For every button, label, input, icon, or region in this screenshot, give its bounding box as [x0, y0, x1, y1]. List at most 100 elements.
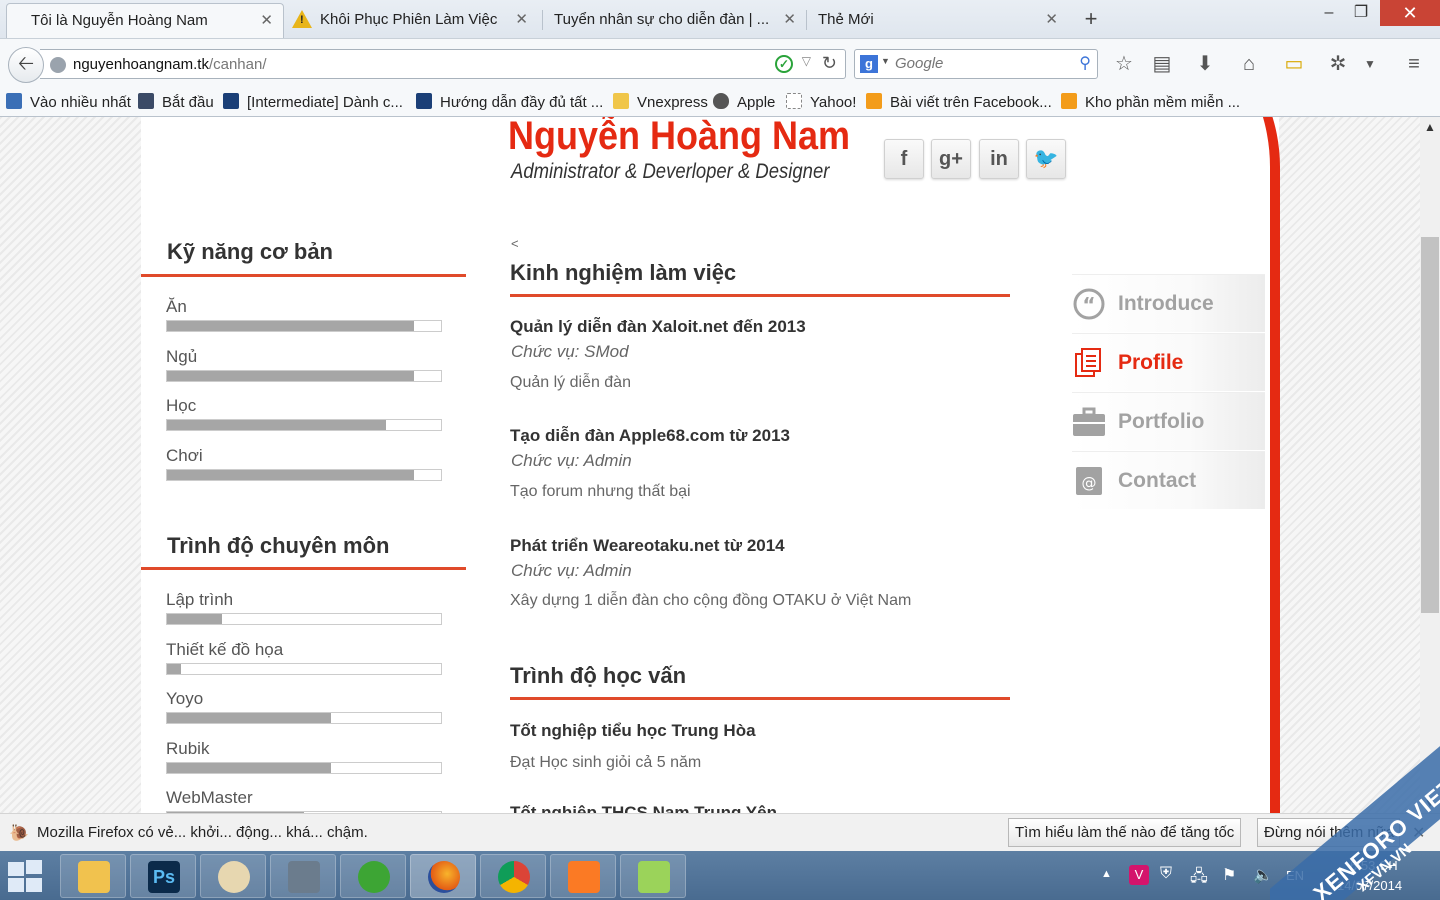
- clock-time[interactable]: 6:53 CH: [1350, 858, 1398, 873]
- skill-bar: [166, 469, 442, 481]
- heading-underline: [510, 697, 1010, 700]
- download-icon[interactable]: ⬇: [1192, 51, 1218, 77]
- home-icon[interactable]: ⌂: [1236, 51, 1262, 77]
- experience-heading: Kinh nghiệm làm việc: [510, 260, 737, 285]
- v-icon: [416, 93, 432, 109]
- experience-role: Chức vụ: Admin: [511, 561, 632, 580]
- bookmark-apple[interactable]: Apple: [713, 93, 775, 111]
- taskbar-firefox[interactable]: [410, 854, 476, 898]
- minimize-button[interactable]: –: [1314, 0, 1344, 26]
- menu-introduce[interactable]: “ Introduce: [1072, 274, 1265, 332]
- menu-icon[interactable]: ≡: [1401, 51, 1427, 77]
- window-close-button[interactable]: ✕: [1380, 0, 1440, 26]
- menu-contact[interactable]: @ Contact: [1072, 451, 1265, 509]
- site-title: Nguyễn Hoàng Nam: [508, 117, 851, 158]
- close-icon[interactable]: ✕: [1412, 823, 1425, 843]
- skill-label: Học: [166, 396, 197, 415]
- skill-bar: [166, 762, 442, 774]
- shield-icon[interactable]: ⛨: [1160, 865, 1172, 883]
- reading-list-icon[interactable]: ▤: [1149, 51, 1175, 77]
- language-indicator[interactable]: EN: [1286, 868, 1304, 883]
- clock-date[interactable]: 14/07/2014: [1337, 878, 1402, 893]
- bookmark-yahoo[interactable]: Yahoo!: [786, 93, 856, 111]
- google-icon[interactable]: g: [860, 55, 878, 73]
- snail-icon: 🐌: [9, 825, 29, 842]
- facebook-button[interactable]: f: [884, 139, 924, 179]
- dismiss-button[interactable]: Đừng nói thêm nữa: [1257, 818, 1400, 847]
- page-icon: [786, 93, 802, 109]
- volume-icon[interactable]: 🔈: [1253, 865, 1273, 885]
- tab-divider: [806, 10, 807, 30]
- folder-icon: [613, 93, 629, 109]
- experience-role: Chức vụ: Admin: [511, 451, 632, 470]
- taskbar-chrome[interactable]: [480, 854, 546, 898]
- network-tray-icon[interactable]: 🖧: [1190, 865, 1208, 892]
- experience-role: Chức vụ: SMod: [511, 342, 629, 361]
- skill-fill: [167, 713, 332, 723]
- google-plus-button[interactable]: g+: [931, 139, 971, 179]
- action-center-icon[interactable]: ⚑: [1222, 865, 1236, 885]
- bug-icon[interactable]: ✲: [1325, 51, 1351, 77]
- tab-recruit[interactable]: Tuyển nhân sự cho diễn đàn | ... ✕: [544, 3, 806, 38]
- taskbar-explorer[interactable]: [60, 854, 126, 898]
- close-icon[interactable]: ✕: [1045, 3, 1058, 36]
- bookmark-start[interactable]: Bắt đầu: [138, 93, 214, 111]
- vivaldi-tray-icon[interactable]: V: [1129, 865, 1149, 885]
- maximize-button[interactable]: ❐: [1346, 0, 1376, 26]
- star-icon[interactable]: ☆: [1111, 51, 1137, 77]
- menu-profile[interactable]: Profile: [1072, 333, 1265, 391]
- bookmark-software[interactable]: Kho phần mềm miễn ...: [1061, 93, 1240, 111]
- linkedin-button[interactable]: in: [979, 139, 1019, 179]
- skill-fill: [167, 321, 414, 331]
- tray-expand-icon[interactable]: ▲: [1101, 868, 1112, 880]
- start-button[interactable]: [8, 860, 44, 892]
- magnifier-icon[interactable]: ⚲: [1079, 53, 1091, 73]
- taskbar-xampp[interactable]: [550, 854, 616, 898]
- tab-profile[interactable]: Tôi là Nguyễn Hoàng Nam ✕: [6, 3, 284, 38]
- tab-new[interactable]: Thẻ Mới ✕: [808, 3, 1068, 38]
- addon-icon[interactable]: ▭: [1281, 51, 1307, 77]
- education-title: Tốt nghiệp THCS Nam Trung Yên: [510, 803, 777, 813]
- taskbar-photoshop[interactable]: Ps: [130, 854, 196, 898]
- tab-divider: [542, 10, 543, 30]
- v-icon: [223, 93, 239, 109]
- search-bar[interactable]: g ▼ ⚲: [854, 49, 1098, 79]
- search-input[interactable]: [895, 55, 1065, 72]
- back-button[interactable]: 🡠: [8, 47, 44, 83]
- close-icon[interactable]: ✕: [260, 4, 273, 37]
- scroll-down-arrow-icon[interactable]: ▼: [1420, 793, 1440, 813]
- skill-fill: [167, 420, 387, 430]
- taskbar-coccoc[interactable]: [340, 854, 406, 898]
- experience-desc: Tạo forum nhưng thất bại: [510, 483, 691, 500]
- bookmark-most-visited[interactable]: Vào nhiều nhất: [6, 93, 131, 111]
- tab-restore-session[interactable]: ! Khôi Phục Phiên Làm Việc ✕: [288, 3, 538, 38]
- dropdown-arrow-icon[interactable]: ▽: [802, 54, 811, 68]
- url-text[interactable]: nguyenhoangnam.tk/canhan/: [73, 56, 266, 73]
- close-icon[interactable]: ✕: [515, 3, 528, 36]
- twitter-icon: 🐦: [1033, 148, 1059, 170]
- menu-portfolio[interactable]: Portfolio: [1072, 392, 1265, 450]
- apple-icon: [713, 93, 729, 109]
- bookmark-guide[interactable]: Hướng dẫn đầy đủ tất ...: [416, 93, 603, 111]
- back-link[interactable]: <: [511, 236, 519, 251]
- close-icon[interactable]: ✕: [783, 3, 796, 36]
- bookmark-facebook[interactable]: Bài viết trên Facebook...: [866, 93, 1052, 111]
- bookmark-intermediate[interactable]: [Intermediate] Dành c...: [223, 93, 403, 111]
- bookmark-vnexpress[interactable]: Vnexpress: [613, 93, 708, 111]
- menu-label: Profile: [1118, 351, 1184, 374]
- learn-speedup-button[interactable]: Tìm hiểu làm thế nào để tăng tốc: [1008, 818, 1241, 847]
- chevron-down-icon[interactable]: ▼: [881, 56, 890, 66]
- taskbar-notepad-plus[interactable]: [620, 854, 686, 898]
- reload-icon[interactable]: ↻: [822, 53, 837, 74]
- page-scrollbar[interactable]: ▲ ▼: [1420, 117, 1440, 813]
- heading-underline: [141, 274, 466, 277]
- new-tab-button[interactable]: +: [1080, 4, 1102, 34]
- taskbar-network-tool[interactable]: [270, 854, 336, 898]
- chevron-down-icon[interactable]: ▼: [1357, 51, 1383, 77]
- scroll-thumb[interactable]: [1421, 237, 1439, 613]
- scroll-up-arrow-icon[interactable]: ▲: [1420, 117, 1440, 137]
- twitter-button[interactable]: 🐦: [1026, 139, 1066, 179]
- experience-title: Phát triển Weareotaku.net từ 2014: [510, 536, 785, 555]
- taskbar-paint[interactable]: [200, 854, 266, 898]
- url-bar[interactable]: nguyenhoangnam.tk/canhan/ ✓ ▽ ↻: [40, 49, 846, 79]
